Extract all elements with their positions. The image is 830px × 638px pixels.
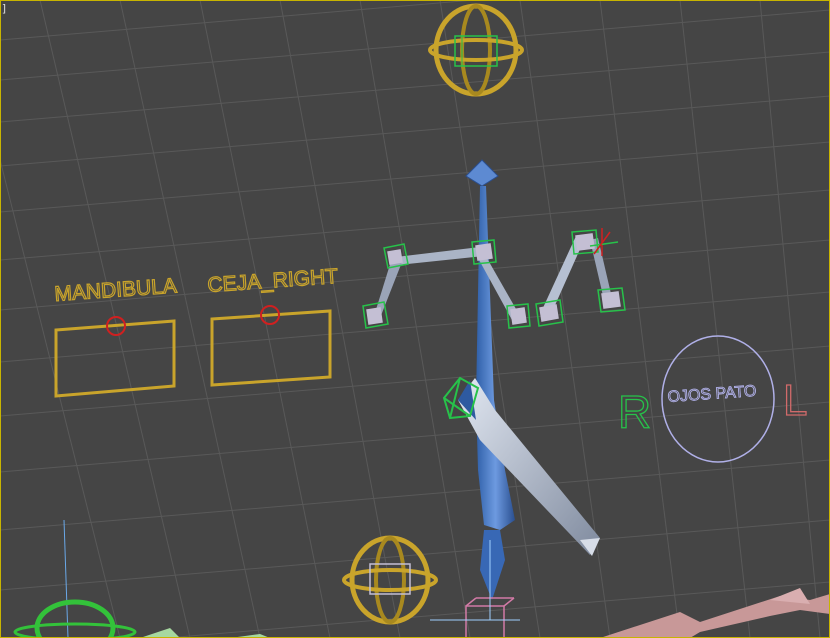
mandibula-control[interactable] (54, 316, 176, 398)
ceja-right-control[interactable] (210, 305, 332, 387)
ceja-right-label: CEJA_RIGHT (207, 265, 339, 297)
brow-bones[interactable] (374, 236, 612, 320)
left-side-label: L (783, 376, 807, 425)
viewport-scene: MANDIBULA CEJA_RIGHT OJOS PATO R L (0, 0, 830, 638)
neck-gimbal-control[interactable] (342, 535, 438, 625)
helper-box-3[interactable] (362, 301, 389, 329)
reference-line (63, 519, 69, 638)
perspective-grid (0, 0, 830, 638)
tail-bone[interactable] (600, 588, 830, 638)
axis-tripod-icon (430, 540, 520, 621)
3d-viewport[interactable]: MANDIBULA CEJA_RIGHT OJOS PATO R L ] (0, 0, 830, 638)
mandibula-label: MANDIBULA (54, 274, 178, 305)
right-side-label: R (618, 386, 651, 438)
ojos-pato-label: OJOS PATO (667, 383, 757, 406)
viewport-corner-label: ] (1, 2, 8, 15)
head-gimbal-control[interactable] (428, 3, 524, 97)
spine-bone[interactable] (465, 159, 515, 600)
